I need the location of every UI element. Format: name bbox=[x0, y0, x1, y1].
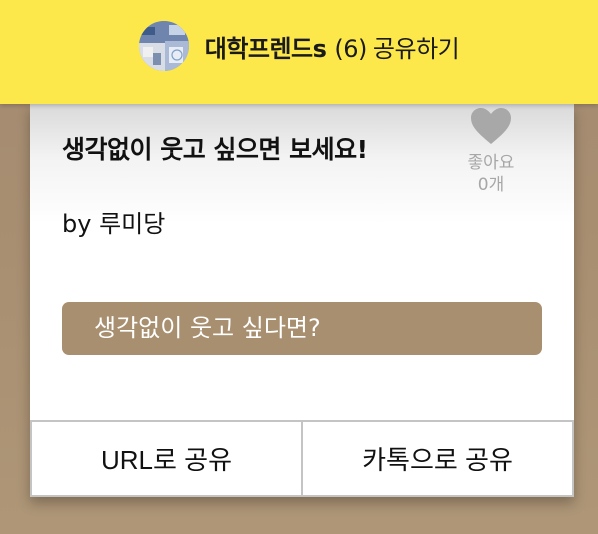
share-action-label: 공유하기 bbox=[372, 34, 460, 63]
url-share-button[interactable]: URL로 공유 bbox=[30, 420, 303, 497]
share-target-title: 대학프렌드s (6) 공유하기 bbox=[205, 29, 460, 64]
post-title: 생각없이 웃고 싶으면 보세요! bbox=[62, 135, 368, 164]
chatroom-avatar bbox=[138, 21, 189, 71]
chatroom-name: 대학프렌드s bbox=[204, 34, 327, 63]
kakao-share-button[interactable]: 카톡으로 공유 bbox=[303, 420, 574, 497]
share-header: 대학프렌드s (6) 공유하기 bbox=[0, 0, 598, 104]
member-count: (6) bbox=[334, 34, 367, 63]
avatar-photo-icon bbox=[138, 21, 189, 71]
post-summary-banner: 생각없이 웃고 싶다면? bbox=[62, 302, 542, 355]
header-content: 대학프렌드s (6) 공유하기 bbox=[138, 21, 460, 71]
share-button-row: URL로 공유 카톡으로 공유 bbox=[30, 420, 574, 497]
like-button[interactable]: 좋아요 0개 bbox=[464, 104, 518, 196]
share-card: 생각없이 웃고 싶으면 보세요! 좋아요 0개 by 루미당 생각없이 웃고 싶… bbox=[30, 104, 574, 497]
heart-icon bbox=[471, 108, 511, 144]
post-author: by 루미당 bbox=[62, 210, 166, 238]
like-count: 0개 bbox=[477, 175, 505, 195]
like-label: 좋아요 bbox=[467, 153, 515, 173]
post-summary-text: 생각없이 웃고 싶다면? bbox=[94, 314, 321, 342]
